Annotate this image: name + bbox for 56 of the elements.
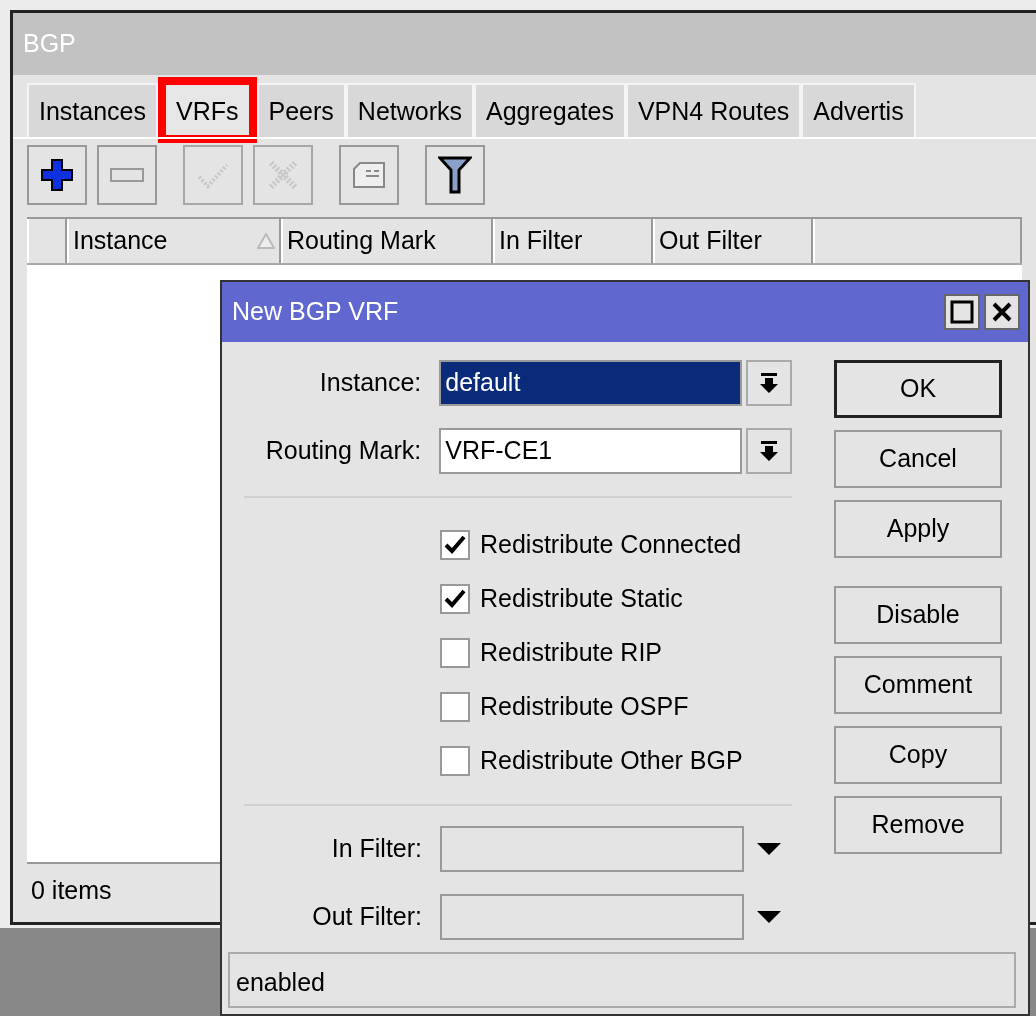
column-header[interactable]: Instance bbox=[67, 219, 281, 263]
field-label: Instance: bbox=[318, 367, 423, 399]
maximize-button[interactable] bbox=[944, 294, 980, 330]
checkbox[interactable] bbox=[440, 584, 470, 614]
input-field[interactable]: VRF-CE1 bbox=[439, 428, 743, 474]
column-header[interactable]: In Filter bbox=[493, 219, 653, 263]
column-header[interactable] bbox=[27, 219, 67, 263]
plus-icon bbox=[40, 158, 74, 192]
input-field[interactable]: default bbox=[439, 360, 743, 406]
filter-icon bbox=[438, 156, 472, 194]
dialog-button[interactable]: Apply bbox=[834, 500, 1002, 558]
input-field[interactable] bbox=[440, 894, 744, 940]
dropdown-icon[interactable] bbox=[756, 842, 782, 856]
checkbox[interactable] bbox=[440, 692, 470, 722]
check-icon bbox=[197, 161, 229, 189]
close-button[interactable] bbox=[984, 294, 1020, 330]
checkbox[interactable] bbox=[440, 638, 470, 668]
toolbar-button[interactable] bbox=[27, 145, 87, 205]
dialog-button[interactable]: OK bbox=[834, 360, 1002, 418]
tab[interactable]: Aggregates bbox=[474, 83, 626, 137]
minus-icon bbox=[110, 168, 144, 182]
column-header[interactable]: Out Filter bbox=[653, 219, 813, 263]
window-title: BGP bbox=[13, 13, 1036, 75]
dropdown-icon bbox=[759, 440, 780, 462]
dropdown-button[interactable] bbox=[746, 360, 792, 406]
toolbar-button[interactable] bbox=[425, 145, 485, 205]
field-label: In Filter: bbox=[330, 833, 423, 865]
cross-icon bbox=[268, 160, 298, 190]
dropdown-icon[interactable] bbox=[756, 910, 782, 924]
dialog-title: New BGP VRF bbox=[232, 296, 399, 328]
checkbox-label: Redistribute RIP bbox=[480, 637, 663, 669]
dropdown-button[interactable] bbox=[746, 428, 792, 474]
close-icon bbox=[991, 301, 1013, 323]
dialog-button[interactable]: Disable bbox=[834, 586, 1002, 644]
tab[interactable]: Instances bbox=[27, 83, 158, 137]
field-label: Routing Mark: bbox=[264, 435, 423, 467]
dialog-button[interactable]: Remove bbox=[834, 796, 1002, 854]
checkbox-label: Redistribute OSPF bbox=[480, 691, 689, 723]
checkbox[interactable] bbox=[440, 530, 470, 560]
dialog-button[interactable]: Copy bbox=[834, 726, 1002, 784]
dropdown-icon bbox=[759, 372, 780, 394]
tab[interactable]: Networks bbox=[345, 83, 474, 137]
note-icon bbox=[352, 161, 386, 189]
checkbox-label: Redistribute Static bbox=[480, 583, 683, 615]
tab[interactable]: VPN4 Routes bbox=[625, 83, 802, 137]
tab[interactable]: Advertis bbox=[801, 83, 916, 137]
tab[interactable]: Peers bbox=[256, 83, 346, 137]
input-field[interactable] bbox=[440, 826, 744, 872]
dialog-button[interactable]: Comment bbox=[834, 656, 1002, 714]
status-text: enabled bbox=[228, 952, 1016, 1008]
column-header[interactable]: Routing Mark bbox=[281, 219, 493, 263]
checkbox[interactable] bbox=[440, 746, 470, 776]
dialog-button[interactable]: Cancel bbox=[834, 430, 1002, 488]
maximize-icon bbox=[950, 300, 974, 324]
checkbox-label: Redistribute Other BGP bbox=[480, 745, 743, 777]
checkbox-label: Redistribute Connected bbox=[480, 529, 742, 561]
